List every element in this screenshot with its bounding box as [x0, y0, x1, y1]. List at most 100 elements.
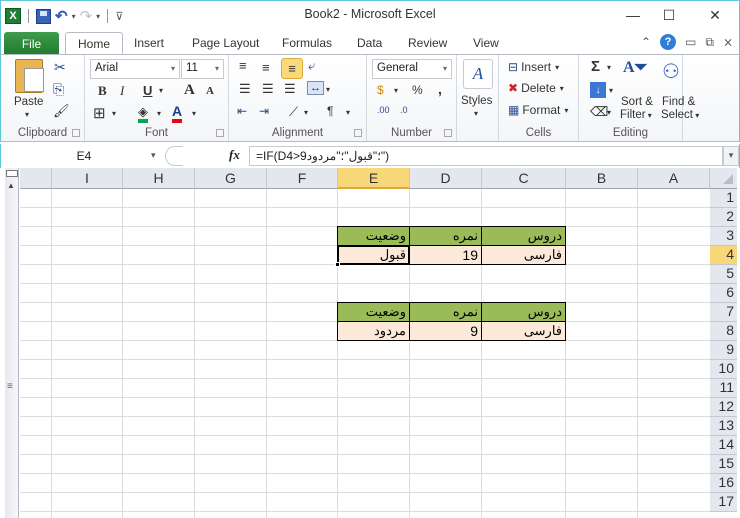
column-header-c[interactable]: C — [482, 168, 566, 189]
row-header-16[interactable]: 16 — [710, 474, 737, 493]
help-icon[interactable]: ? — [660, 34, 677, 50]
clipboard-launcher-icon[interactable] — [72, 129, 80, 137]
row-header-12[interactable]: 12 — [710, 398, 737, 417]
delete-cells-button[interactable]: ✖ Delete ▾ — [508, 81, 564, 95]
column-header-g[interactable]: G — [195, 168, 267, 189]
undo-dropdown-icon[interactable]: ▾ — [72, 12, 76, 21]
borders-icon[interactable]: ⊞ — [93, 104, 106, 122]
cell-d3[interactable]: نمره — [409, 226, 482, 246]
number-launcher-icon[interactable] — [444, 129, 452, 137]
scroll-thumb-grip-icon[interactable]: ≡ — [7, 381, 13, 392]
autosum-dropdown-icon[interactable]: ▾ — [607, 63, 611, 72]
tab-page-layout[interactable]: Page Layout — [192, 36, 259, 50]
align-bottom-icon[interactable]: ≡ — [281, 58, 303, 79]
currency-dropdown-icon[interactable]: ▾ — [394, 86, 398, 95]
undo-icon[interactable]: ↶ — [55, 7, 68, 25]
maximize-button[interactable]: ☐ — [654, 5, 684, 25]
clear-dropdown-icon[interactable]: ▾ — [607, 108, 611, 117]
column-header-h[interactable]: H — [123, 168, 195, 189]
formula-input[interactable]: =IF(D4>9؛"قبول"؛"مردود") — [249, 146, 723, 166]
cell-d8[interactable]: 9 — [409, 321, 482, 341]
align-top-icon[interactable]: ≡ — [239, 58, 247, 73]
tab-insert[interactable]: Insert — [134, 36, 164, 50]
fill-color-icon[interactable]: ◈ — [138, 104, 148, 123]
vertical-scrollbar[interactable]: ▲ ≡ — [5, 168, 19, 518]
underline-dropdown-icon[interactable]: ▾ — [159, 86, 163, 95]
expand-formula-bar-icon[interactable]: ▾ — [723, 146, 739, 166]
redo-dropdown-icon[interactable]: ▾ — [96, 12, 100, 21]
increase-decimal-icon[interactable]: .00 — [377, 105, 390, 115]
align-center-icon[interactable]: ☰ — [262, 81, 274, 97]
tab-view[interactable]: View — [473, 36, 499, 50]
save-icon[interactable] — [36, 8, 51, 24]
grow-font-button[interactable]: A — [184, 82, 195, 99]
fill-color-dropdown-icon[interactable]: ▾ — [157, 109, 161, 118]
currency-format-icon[interactable]: $ — [377, 83, 384, 97]
name-box[interactable]: E4 — [5, 146, 163, 166]
borders-dropdown-icon[interactable]: ▾ — [112, 109, 116, 118]
cell-e3[interactable]: وضعيت — [337, 226, 410, 246]
formula-bar-splitter[interactable] — [165, 146, 183, 166]
insert-function-icon[interactable]: fx — [229, 147, 240, 163]
row-header-1[interactable]: 1 — [710, 189, 737, 208]
row-header-11[interactable]: 11 — [710, 379, 737, 398]
column-header-d[interactable]: D — [410, 168, 482, 189]
row-header-10[interactable]: 10 — [710, 360, 737, 379]
font-name-select[interactable]: Arial ▾ — [90, 59, 180, 79]
merge-dropdown-icon[interactable]: ▾ — [326, 85, 330, 94]
align-right-icon[interactable]: ☰ — [284, 81, 296, 97]
tab-data[interactable]: Data — [357, 36, 382, 50]
name-box-dropdown-icon[interactable]: ▾ — [151, 150, 156, 161]
minimize-ribbon-icon[interactable]: ⌃ — [641, 35, 651, 49]
orientation-dropdown-icon[interactable]: ▾ — [304, 108, 308, 117]
format-cells-button[interactable]: ▦ Format ▾ — [508, 103, 568, 117]
cell-c7[interactable]: دروس — [481, 302, 566, 322]
excel-logo-icon[interactable]: X — [5, 8, 21, 24]
column-header-partial[interactable] — [20, 168, 52, 189]
row-header-5[interactable]: 5 — [710, 265, 737, 284]
cell-e8[interactable]: مردود — [337, 321, 410, 341]
cell-d4[interactable]: 19 — [409, 245, 482, 265]
row-header-2[interactable]: 2 — [710, 208, 737, 227]
fill-handle[interactable] — [335, 262, 340, 267]
column-header-a[interactable]: A — [638, 168, 710, 189]
row-header-9[interactable]: 9 — [710, 341, 737, 360]
right-to-left-icon[interactable]: ¶ — [327, 104, 333, 118]
font-color-dropdown-icon[interactable]: ▾ — [192, 109, 196, 118]
number-format-select[interactable]: General ▾ — [372, 59, 452, 79]
cell-c4[interactable]: فارسی — [481, 245, 566, 265]
autosum-icon[interactable]: Σ — [591, 58, 600, 75]
tab-home[interactable]: Home — [65, 32, 124, 56]
tab-file[interactable]: File — [4, 32, 59, 55]
styles-group[interactable]: A Styles ▾ — [457, 55, 499, 141]
format-painter-icon[interactable]: 🖌 — [53, 103, 70, 119]
tab-formulas[interactable]: Formulas — [282, 36, 332, 50]
font-launcher-icon[interactable] — [216, 129, 224, 137]
alignment-launcher-icon[interactable] — [354, 129, 362, 137]
increase-indent-icon[interactable]: ⇥ — [259, 104, 269, 118]
italic-button[interactable]: I — [120, 83, 124, 99]
comma-style-button[interactable]: , — [438, 81, 442, 97]
column-header-e[interactable]: E — [338, 168, 410, 189]
row-header-3[interactable]: 3 — [710, 227, 737, 246]
scroll-up-icon[interactable]: ▲ — [7, 181, 15, 190]
wrap-text-icon[interactable]: ⤶ — [308, 58, 315, 74]
doc-restore-icon[interactable]: ⧉ — [705, 35, 714, 50]
orientation-icon[interactable]: ⟋ — [289, 104, 298, 120]
row-header-15[interactable]: 15 — [710, 455, 737, 474]
row-header-7[interactable]: 7 — [710, 303, 737, 322]
cell-c8[interactable]: فارسی — [481, 321, 566, 341]
align-middle-icon[interactable]: ≡ — [262, 60, 270, 75]
insert-cells-button[interactable]: ⊟ Insert ▾ — [508, 60, 559, 74]
column-header-b[interactable]: B — [566, 168, 638, 189]
cut-icon[interactable]: ✂ — [54, 59, 66, 76]
font-color-icon[interactable]: A — [172, 103, 183, 123]
decrease-indent-icon[interactable]: ⇤ — [237, 104, 247, 118]
row-header-14[interactable]: 14 — [710, 436, 737, 455]
clear-icon[interactable]: ⌫ — [590, 104, 608, 120]
font-size-select[interactable]: 11 ▾ — [181, 59, 224, 79]
doc-minimize-icon[interactable]: ▭ — [685, 35, 696, 49]
fill-icon[interactable]: ↓ — [590, 82, 606, 98]
select-all-button[interactable] — [710, 168, 737, 189]
column-header-i[interactable]: I — [52, 168, 123, 189]
